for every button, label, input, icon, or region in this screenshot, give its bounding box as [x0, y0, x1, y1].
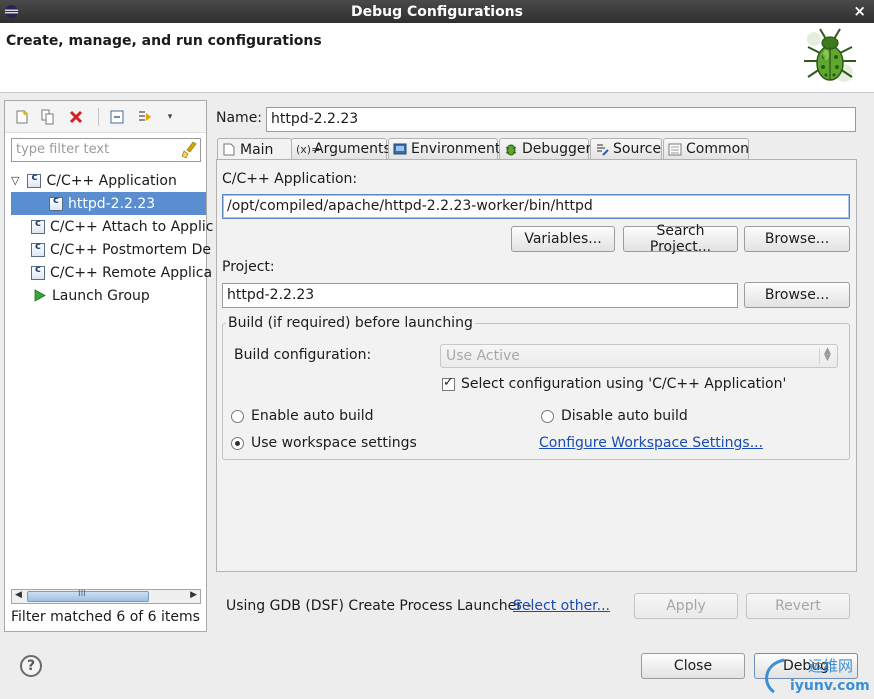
debugger-icon: [505, 144, 517, 155]
close-button[interactable]: Close: [641, 653, 745, 679]
tree-item-cpp-postmortem[interactable]: C/C++ Postmortem De: [5, 238, 211, 261]
filter-status: Filter matched 6 of 6 items: [11, 609, 200, 625]
collapse-all-icon[interactable]: [108, 108, 126, 126]
main-tab-icon: [223, 143, 235, 156]
view-menu-icon[interactable]: ▾: [161, 108, 179, 126]
site-watermark: 运维网 iyunv.com: [765, 657, 870, 694]
tab-label: Source: [613, 141, 662, 157]
disable-auto-build-label: Disable auto build: [561, 408, 688, 424]
tab-environment[interactable]: Environment: [388, 138, 501, 159]
tree-item-cpp-remote[interactable]: C/C++ Remote Applica: [5, 261, 212, 284]
tab-label: Debugger: [522, 141, 592, 157]
build-config-combo[interactable]: Use Active ▲ ▼: [440, 344, 838, 368]
app-path-field[interactable]: /opt/compiled/apache/httpd-2.2.23-worker…: [222, 194, 850, 219]
browse-project-button[interactable]: Browse...: [744, 282, 850, 308]
tree-item-label: Launch Group: [52, 287, 150, 304]
close-window-icon[interactable]: ×: [853, 2, 866, 20]
tree-item-cpp-attach[interactable]: C/C++ Attach to Applic: [5, 215, 213, 238]
tree-item-label: httpd-2.2.23: [68, 195, 156, 212]
enable-auto-build-radio[interactable]: [231, 410, 244, 423]
tree-item-httpd[interactable]: httpd-2.2.23: [11, 192, 206, 215]
combo-spinner-icon: ▲ ▼: [819, 347, 833, 364]
filter-configs-icon[interactable]: [136, 108, 154, 126]
launcher-text: Using GDB (DSF) Create Process Launcher …: [226, 598, 532, 614]
revert-button[interactable]: Revert: [746, 593, 850, 619]
configure-workspace-link[interactable]: Configure Workspace Settings...: [539, 435, 763, 451]
cpp-attach-icon: [31, 218, 45, 234]
scroll-thumb[interactable]: III: [27, 589, 149, 602]
cpp-app-icon: [27, 172, 42, 188]
scroll-right-icon[interactable]: ▶: [190, 590, 197, 600]
apply-button[interactable]: Apply: [634, 593, 738, 619]
tree-item-label: C/C++ Attach to Applic: [50, 218, 214, 235]
launch-group-icon: [34, 289, 46, 302]
eclipse-icon: [4, 4, 19, 19]
project-field[interactable]: httpd-2.2.23: [222, 283, 738, 308]
project-label: Project:: [222, 259, 275, 275]
tree-item-launch-group[interactable]: Launch Group: [5, 284, 206, 307]
tree-item-label: C/C++ Application: [46, 172, 177, 189]
toolbar-separator: [98, 108, 99, 126]
tab-main[interactable]: Main: [217, 138, 292, 160]
scroll-left-icon[interactable]: ◀: [15, 590, 22, 600]
enable-auto-build-label: Enable auto build: [251, 408, 374, 424]
cpp-postmortem-icon: [31, 241, 45, 257]
clear-filter-icon[interactable]: [181, 141, 199, 159]
tab-common[interactable]: Common: [663, 138, 749, 159]
tab-source[interactable]: Source: [590, 138, 662, 159]
variables-button[interactable]: Variables...: [511, 226, 615, 252]
tree-item-label: C/C++ Remote Applica: [50, 264, 213, 281]
tree-item-cpp-application[interactable]: ▽ C/C++ Application: [5, 169, 206, 192]
bug-icon: [804, 28, 856, 82]
tab-label: Arguments: [314, 141, 391, 157]
scroll-grip: III: [78, 589, 86, 599]
build-group-title: Build (if required) before launching: [226, 315, 475, 331]
build-config-label: Build configuration:: [234, 347, 372, 363]
select-config-label: Select configuration using 'C/C++ Applic…: [461, 376, 787, 392]
config-list-panel: ▾ type filter text ▽ C/C++ Application h…: [4, 100, 213, 632]
disable-auto-build-radio[interactable]: [541, 410, 554, 423]
use-workspace-label: Use workspace settings: [251, 435, 417, 451]
arguments-icon: (x)=: [296, 142, 321, 156]
cpp-remote-icon: [31, 264, 45, 280]
window-title: Debug Configurations: [351, 3, 523, 20]
use-workspace-radio[interactable]: [231, 437, 244, 450]
help-icon[interactable]: ?: [20, 655, 42, 677]
tab-arguments[interactable]: (x)= Arguments: [291, 138, 391, 159]
watermark-line2: iyunv.com: [790, 678, 870, 694]
tab-label: Main: [240, 141, 274, 158]
name-field[interactable]: httpd-2.2.23: [266, 107, 856, 132]
cpp-config-icon: [49, 195, 63, 211]
name-label: Name:: [216, 110, 263, 126]
watermark-line1: 运维网: [808, 657, 853, 675]
new-config-icon[interactable]: [13, 108, 31, 126]
expand-arrow-icon[interactable]: ▽: [11, 174, 19, 187]
dialog-header: Create, manage, and run configurations: [0, 23, 874, 93]
filter-input[interactable]: type filter text: [11, 138, 201, 162]
duplicate-config-icon[interactable]: [39, 108, 57, 126]
source-icon: [597, 143, 609, 156]
tab-label: Common: [686, 141, 750, 157]
delete-config-icon[interactable]: [67, 108, 85, 126]
tab-label: Environment: [411, 141, 501, 157]
header-heading: Create, manage, and run configurations: [6, 33, 322, 49]
tree-horizontal-scrollbar[interactable]: ◀ III ▶: [11, 589, 201, 604]
common-icon: [668, 143, 682, 155]
app-label: C/C++ Application:: [222, 171, 358, 187]
config-toolbar: ▾: [5, 101, 206, 133]
browse-app-button[interactable]: Browse...: [744, 226, 850, 252]
tab-debugger[interactable]: Debugger: [499, 138, 592, 159]
select-other-link[interactable]: Select other...: [513, 598, 610, 614]
search-project-button[interactable]: Search Project...: [623, 223, 738, 255]
tree-item-label: C/C++ Postmortem De: [50, 241, 212, 258]
title-bar: Debug Configurations ×: [0, 0, 874, 23]
environment-icon: [393, 143, 407, 154]
select-config-checkbox[interactable]: [442, 375, 455, 391]
build-config-value: Use Active: [446, 348, 520, 364]
